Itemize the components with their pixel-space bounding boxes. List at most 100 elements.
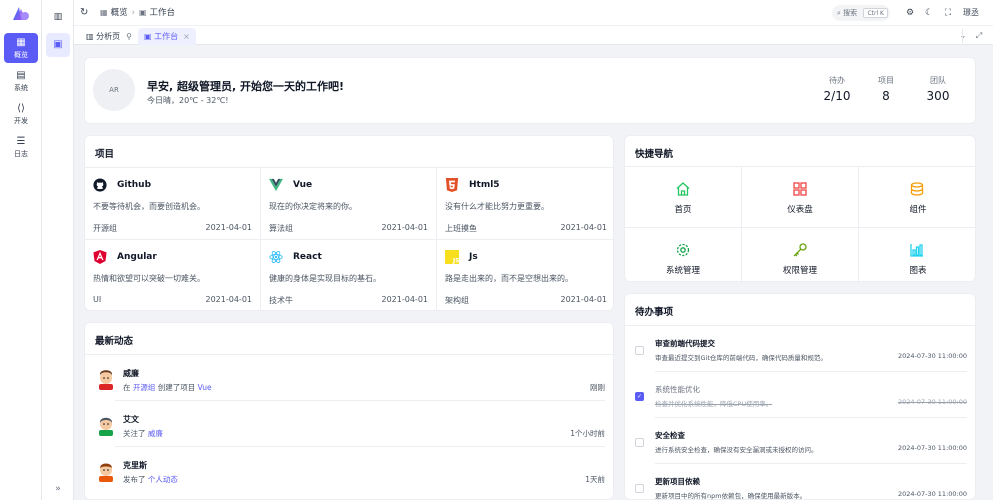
activity-link[interactable]: 威廉 <box>148 429 163 438</box>
project-name: Angular <box>117 252 157 262</box>
bar-chart-icon[interactable]: ▥ <box>50 10 66 24</box>
divider <box>85 354 615 355</box>
dashboard-icon <box>793 182 807 196</box>
activity-action: 关注了 威廉 <box>123 429 163 438</box>
rail-item-overview[interactable]: ▦ 概览 <box>4 33 38 63</box>
tab-label: 工作台 <box>154 32 179 41</box>
project-item-js[interactable]: JS Js 路是走出来的，而不是空想出来的。 架构组 2021-04-01 <box>437 239 615 311</box>
activity-row: 威廉 在 开源组 创建了项目 Vue 刚刚 <box>95 360 605 404</box>
tab-analysis[interactable]: ▥ 分析页 ⚲ <box>80 28 138 45</box>
todo-checkbox[interactable] <box>635 346 644 355</box>
quick-nav-card: 快捷导航 首页 仪表盘 组件 系统管理 权限管理 图表 <box>624 135 977 283</box>
activity-user: 艾文 <box>123 415 139 424</box>
activity-link[interactable]: Vue <box>198 383 212 392</box>
html5-icon <box>445 178 459 192</box>
breadcrumb-item[interactable]: 概览 <box>111 8 128 18</box>
angular-icon <box>93 250 107 264</box>
todo-time: 2024-07-30 11:00:00 <box>897 352 967 360</box>
github-icon <box>93 178 107 192</box>
project-name: Html5 <box>469 180 500 190</box>
server-icon: ▤ <box>16 70 26 81</box>
project-group: 开源组 <box>93 224 117 233</box>
tabs-bar: ▥ 分析页 ⚲ ▣ 工作台 × ⌄ ⤢ <box>74 26 993 45</box>
todo-checkbox[interactable] <box>635 438 644 447</box>
quick-nav-dashboard[interactable]: 仪表盘 <box>742 166 859 227</box>
search-button[interactable]: ⌕ 搜索 Ctrl K <box>832 5 890 21</box>
project-item-github[interactable]: Github 不要等待机会，而要创造机会。 开源组 2021-04-01 <box>85 167 261 239</box>
todo-checkbox[interactable]: ✓ <box>635 392 644 401</box>
app-logo[interactable] <box>12 6 30 22</box>
project-date: 2021-04-01 <box>381 295 429 304</box>
close-icon[interactable]: × <box>183 32 190 41</box>
todo-time: 2024-07-30 11:00:00 <box>897 444 967 452</box>
project-item-html5[interactable]: Html5 没有什么才能比努力更重要。 上班摸鱼 2021-04-01 <box>437 167 615 239</box>
top-header: ↻ ▦ 概览 › ▣ 工作台 ⌕ 搜索 Ctrl K ⚙ ☾ ⛶ 璟丞 <box>74 0 993 26</box>
quick-nav-label: 仪表盘 <box>787 205 813 215</box>
todo-title: 更新项目依赖 <box>655 477 700 486</box>
activity-link[interactable]: 开源组 <box>133 383 156 392</box>
quick-nav-label: 首页 <box>674 205 692 215</box>
greeting: 早安, 超级管理员, 开始您一天的工作吧! <box>147 80 345 93</box>
stat-todo: 待办 2/10 <box>809 76 865 104</box>
rail-item-label: 概览 <box>14 51 28 59</box>
stat-value: 300 <box>926 89 950 103</box>
avatar[interactable] <box>95 368 117 390</box>
activity-link[interactable]: 个人动态 <box>148 475 178 484</box>
refresh-icon[interactable]: ↻ <box>80 6 88 20</box>
quick-nav-home[interactable]: 首页 <box>625 166 742 227</box>
stat-value: 8 <box>882 89 890 103</box>
key-icon <box>793 243 807 257</box>
project-desc: 没有什么才能比努力更重要。 <box>445 202 549 211</box>
activity-card: 最新动态 威廉 在 开源组 创建了项目 Vue 刚刚 艾文 关注了 威廉 1个小… <box>84 322 615 500</box>
quick-nav-charts[interactable]: 图表 <box>859 227 977 283</box>
workbench-icon: ▣ <box>144 32 152 41</box>
todo-time: 2024-07-30 11:00:00 <box>897 398 967 406</box>
user-name[interactable]: 璟丞 <box>963 6 979 20</box>
rail-item-label: 日志 <box>14 150 28 158</box>
todo-time: 2024-07-30 11:00:00 <box>897 490 967 498</box>
workbench-icon: ▣ <box>138 8 147 17</box>
stat-value: 2/10 <box>823 89 851 103</box>
activity-action: 发布了 个人动态 <box>123 475 178 484</box>
tab-workbench[interactable]: ▣ 工作台 × <box>138 28 196 45</box>
project-date: 2021-04-01 <box>205 223 253 232</box>
gear-icon <box>676 243 690 257</box>
todo-item: ✓ 系统性能优化 检查并优化系统性能，降低CPU使用率。 2024-07-30 … <box>635 372 967 418</box>
avatar[interactable]: AR <box>93 69 135 111</box>
expand-icon[interactable]: » <box>50 482 66 496</box>
avatar[interactable] <box>95 460 117 482</box>
project-desc: 路是走出来的，而不是空想出来的。 <box>445 274 573 283</box>
fullscreen-icon[interactable]: ⛶ <box>941 6 955 20</box>
project-date: 2021-04-01 <box>560 295 608 304</box>
quick-nav-permissions[interactable]: 权限管理 <box>742 227 859 283</box>
breadcrumb-item[interactable]: 工作台 <box>150 8 176 18</box>
project-item-vue[interactable]: Vue 现在的你决定将来的你。 算法组 2021-04-01 <box>261 167 437 239</box>
todo-title: 安全检查 <box>655 431 685 440</box>
project-name: Vue <box>293 180 313 190</box>
avatar[interactable] <box>95 414 117 436</box>
layers-icon <box>910 182 924 196</box>
search-shortcut: Ctrl K <box>863 8 888 18</box>
grid-icon: ▦ <box>100 8 108 17</box>
react-icon <box>269 250 283 264</box>
quick-nav-components[interactable]: 组件 <box>859 166 977 227</box>
quick-nav-system[interactable]: 系统管理 <box>625 227 742 283</box>
project-item-react[interactable]: React 健康的身体是实现目标的基石。 技术牛 2021-04-01 <box>261 239 437 311</box>
rail-item-system[interactable]: ▤ 系统 <box>4 66 38 96</box>
breadcrumb: ▦ 概览 › ▣ 工作台 <box>100 6 175 20</box>
pin-icon[interactable]: ⚲ <box>126 32 132 41</box>
maximize-icon[interactable]: ⤢ <box>972 29 986 43</box>
todo-checkbox[interactable] <box>635 484 644 493</box>
project-item-angular[interactable]: Angular 热情和欲望可以突破一切难关。 UI 2021-04-01 <box>85 239 261 311</box>
rail-item-develop[interactable]: ⟨⟩ 开发 <box>4 99 38 129</box>
chevron-down-icon[interactable]: ⌄ <box>956 29 970 43</box>
rail-item-logs[interactable]: ☰ 日志 <box>4 132 38 162</box>
project-date: 2021-04-01 <box>381 223 429 232</box>
workbench-icon[interactable]: ▣ <box>46 33 70 57</box>
stat-label: 团队 <box>930 76 946 85</box>
moon-icon[interactable]: ☾ <box>922 6 936 20</box>
activity-row: 克里斯 发布了 个人动态 1天前 <box>95 452 605 496</box>
gear-icon[interactable]: ⚙ <box>903 6 917 20</box>
todo-desc: 审查最近提交到Git仓库的前端代码，确保代码质量和规范。 <box>655 354 827 362</box>
secondary-menu: ▥ ▣ » <box>42 0 74 500</box>
